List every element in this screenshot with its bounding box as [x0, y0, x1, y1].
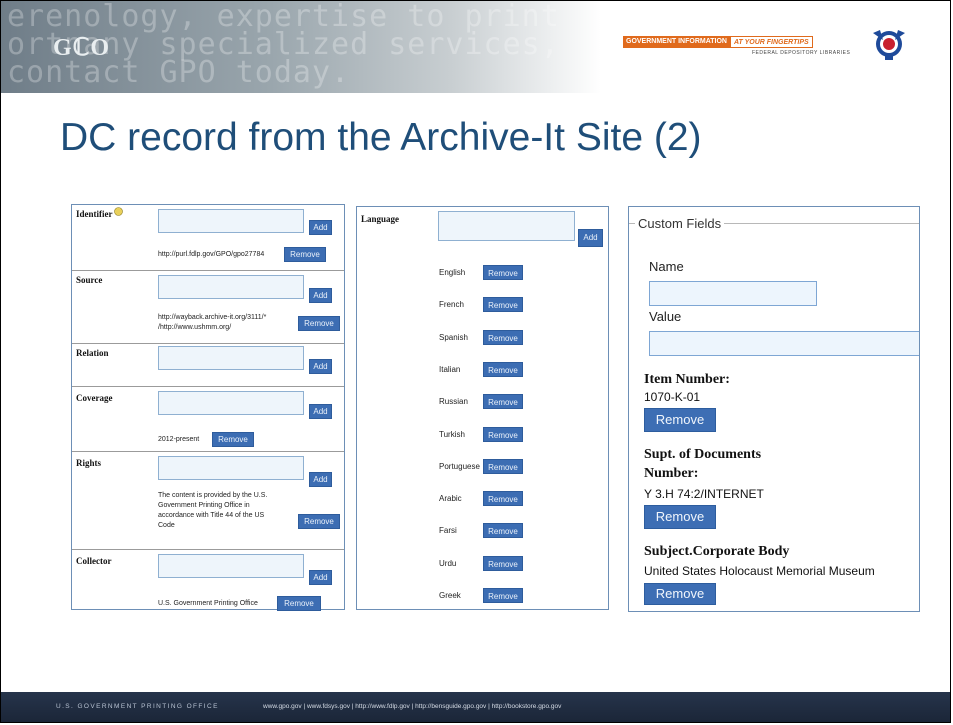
source-value-line: /http://www.ushmm.org/ — [158, 324, 232, 331]
rights-remove-button[interactable]: Remove — [298, 514, 340, 529]
custom-fields-legend: Custom Fields — [635, 216, 725, 231]
item-number-heading: Item Number: — [644, 372, 730, 387]
language-remove-button[interactable]: Remove — [483, 491, 523, 507]
language-remove-button[interactable]: Remove — [483, 297, 523, 313]
govinfo-label: GOVERNMENT INFORMATION — [623, 36, 730, 48]
rights-label: Rights — [76, 458, 102, 468]
identifier-label: Identifier — [76, 209, 113, 219]
value-input[interactable] — [649, 331, 919, 356]
corporate-body-value: United States Holocaust Memorial Museum — [644, 564, 875, 578]
language-item: Portuguese — [439, 461, 480, 471]
language-remove-button[interactable]: Remove — [483, 394, 523, 410]
help-icon[interactable] — [114, 207, 123, 216]
footer-bar: U.S. GOVERNMENT PRINTING OFFICE www.gpo.… — [1, 692, 950, 722]
govinfo-tagline: AT YOUR FINGERTIPS — [729, 36, 813, 48]
page-title: DC record from the Archive-It Site (2) — [60, 116, 702, 159]
rights-value-line: Code — [158, 522, 175, 529]
rights-value-line: The content is provided by the U.S. — [158, 492, 268, 499]
coverage-label: Coverage — [76, 393, 113, 403]
identifier-section: Identifier Add http://purl.fdlp.gov/GPO/… — [72, 205, 344, 262]
footer-links[interactable]: www.gpo.gov | www.fdsys.gov | http://www… — [263, 692, 561, 722]
language-panel: Language Add English Remove French Remove Sp… — [356, 206, 609, 610]
collector-remove-button[interactable]: Remove — [277, 596, 321, 611]
source-value: http://wayback.archive-it.org/3111/* /ht… — [158, 313, 266, 333]
relation-section: Relation Add — [72, 343, 344, 386]
custom-fields-panel: Custom Fields Name Value Item Number: 10… — [628, 206, 920, 612]
coverage-add-button[interactable]: Add — [309, 404, 332, 419]
corporate-body-remove-button[interactable]: Remove — [644, 583, 716, 605]
language-remove-button[interactable]: Remove — [483, 265, 523, 280]
supt-docs-heading: Number: — [644, 466, 699, 481]
fdlp-label: FEDERAL DEPOSITORY LIBRARIES — [752, 50, 851, 56]
language-item: Spanish — [439, 332, 468, 342]
supt-docs-heading: Supt. of Documents — [644, 447, 762, 462]
language-item: Turkish — [439, 429, 465, 439]
item-number-remove-button[interactable]: Remove — [644, 408, 716, 432]
rights-section: Rights Add The content is provided by th… — [72, 451, 344, 548]
language-remove-button[interactable]: Remove — [483, 523, 523, 539]
supt-docs-remove-button[interactable]: Remove — [644, 505, 716, 529]
language-item: Arabic — [439, 494, 462, 504]
language-item: Farsi — [439, 526, 457, 536]
language-item: Greek — [439, 591, 461, 600]
relation-label: Relation — [76, 348, 109, 358]
identifier-input[interactable] — [158, 209, 304, 233]
collector-add-button[interactable]: Add — [309, 570, 332, 585]
language-item: Italian — [439, 364, 461, 374]
relation-input[interactable] — [158, 346, 304, 370]
coverage-value: 2012-present — [158, 436, 200, 443]
language-item: Urdu — [439, 558, 457, 568]
identifier-add-button[interactable]: Add — [309, 220, 332, 235]
identifier-value: http://purl.fdlp.gov/GPO/gpo27784 — [158, 251, 265, 258]
identifier-remove-button[interactable]: Remove — [284, 247, 326, 262]
language-input[interactable] — [438, 211, 575, 241]
name-input[interactable] — [649, 281, 817, 306]
relation-add-button[interactable]: Add — [309, 359, 332, 374]
rights-add-button[interactable]: Add — [309, 472, 332, 487]
language-remove-button[interactable]: Remove — [483, 426, 523, 442]
rights-value-line: Government Printing Office in — [158, 502, 250, 509]
name-label: Name — [649, 259, 684, 274]
header-banner: erenology, expertise to print ortnany sp… — [1, 1, 601, 93]
language-remove-button[interactable]: Remove — [483, 588, 523, 603]
coverage-remove-button[interactable]: Remove — [212, 432, 254, 447]
language-remove-button[interactable]: Remove — [483, 361, 523, 377]
collector-section: Collector Add U.S. Government Printing O… — [72, 549, 344, 611]
value-label: Value — [649, 309, 682, 324]
source-value-line: http://wayback.archive-it.org/3111/* — [158, 314, 267, 321]
source-section: Source Add http://wayback.archive-it.org… — [72, 270, 344, 341]
source-input[interactable] — [158, 275, 304, 299]
language-label: Language — [361, 214, 400, 224]
supt-docs-value: Y 3.H 74:2/INTERNET — [644, 487, 764, 501]
corporate-body-heading: Subject.Corporate Body — [644, 544, 790, 559]
language-item: Russian — [439, 397, 468, 407]
rights-value-line: accordance with Title 44 of the US — [158, 512, 265, 519]
language-item: English — [439, 268, 466, 277]
source-add-button[interactable]: Add — [309, 288, 332, 303]
item-number-value: 1070-K-01 — [644, 390, 701, 404]
language-remove-button[interactable]: Remove — [483, 329, 523, 345]
language-item: French — [439, 300, 464, 310]
coverage-input[interactable] — [158, 391, 304, 415]
source-label: Source — [76, 275, 103, 285]
gpo-logo: GℂO — [53, 35, 111, 61]
collector-label: Collector — [76, 556, 112, 566]
language-remove-button[interactable]: Remove — [483, 555, 523, 571]
footer-org: U.S. GOVERNMENT PRINTING OFFICE — [56, 703, 219, 710]
rights-value: The content is provided by the U.S. Gove… — [158, 491, 267, 531]
source-remove-button[interactable]: Remove — [298, 316, 340, 331]
collector-input[interactable] — [158, 554, 304, 578]
coverage-section: Coverage Add 2012-present Remove — [72, 386, 344, 449]
fdlp-eagle-icon — [873, 30, 905, 60]
govinfo-badge: GOVERNMENT INFORMATION AT YOUR FINGERTIP… — [623, 36, 813, 48]
rights-input[interactable] — [158, 456, 304, 480]
dc-fields-panel: Identifier Add http://purl.fdlp.gov/GPO/… — [71, 204, 345, 611]
language-add-button[interactable]: Add — [578, 229, 603, 247]
language-remove-button[interactable]: Remove — [483, 458, 523, 474]
collector-value: U.S. Government Printing Office — [158, 600, 258, 607]
